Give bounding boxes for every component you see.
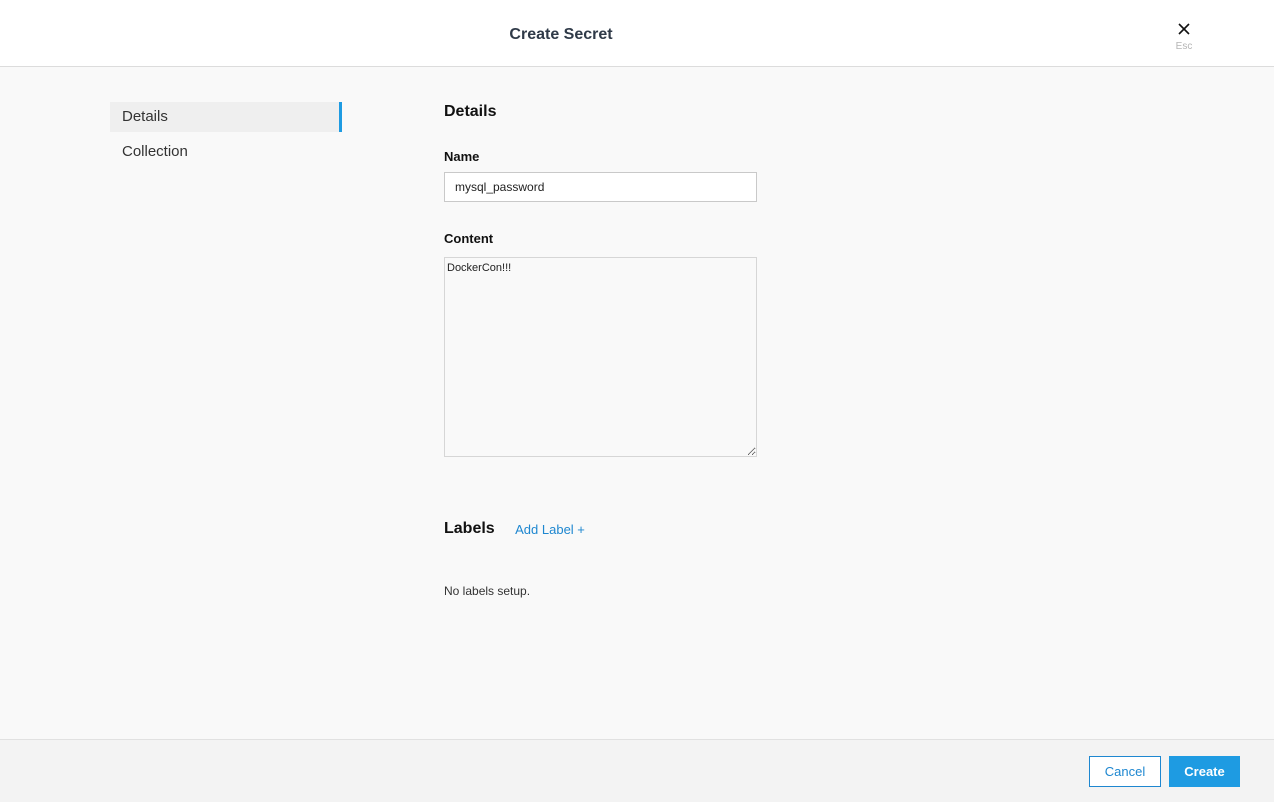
close-icon[interactable] — [1177, 22, 1191, 36]
content-label: Content — [444, 231, 494, 246]
dialog-title: Create Secret — [509, 26, 613, 43]
sidebar-item-collection[interactable]: Collection — [110, 137, 342, 167]
cancel-button[interactable]: Cancel — [1089, 756, 1161, 787]
labels-section-title: Labels — [444, 520, 495, 537]
details-section-title: Details — [444, 103, 497, 120]
no-labels-message: No labels setup. — [444, 584, 531, 598]
name-label: Name — [444, 149, 480, 164]
content-textarea[interactable]: DockerCon!!! — [444, 257, 757, 457]
sidebar-item-details[interactable]: Details — [110, 102, 342, 132]
add-label-link[interactable]: Add Label + — [515, 522, 585, 537]
esc-hint: Esc — [1175, 41, 1193, 52]
dialog-header: Create Secret Esc — [0, 0, 1274, 67]
dialog-footer: Cancel Create — [0, 739, 1274, 802]
labels-header: Labels Add Label + — [444, 520, 585, 540]
name-input[interactable] — [444, 172, 757, 202]
details-form: Details Name Content DockerCon!!! Labels… — [444, 102, 944, 598]
create-secret-dialog: Create Secret Esc Details Collection Det… — [0, 0, 1274, 802]
create-button[interactable]: Create — [1169, 756, 1240, 787]
sidebar-nav: Details Collection — [110, 102, 342, 172]
close-button[interactable]: Esc — [1166, 18, 1202, 58]
